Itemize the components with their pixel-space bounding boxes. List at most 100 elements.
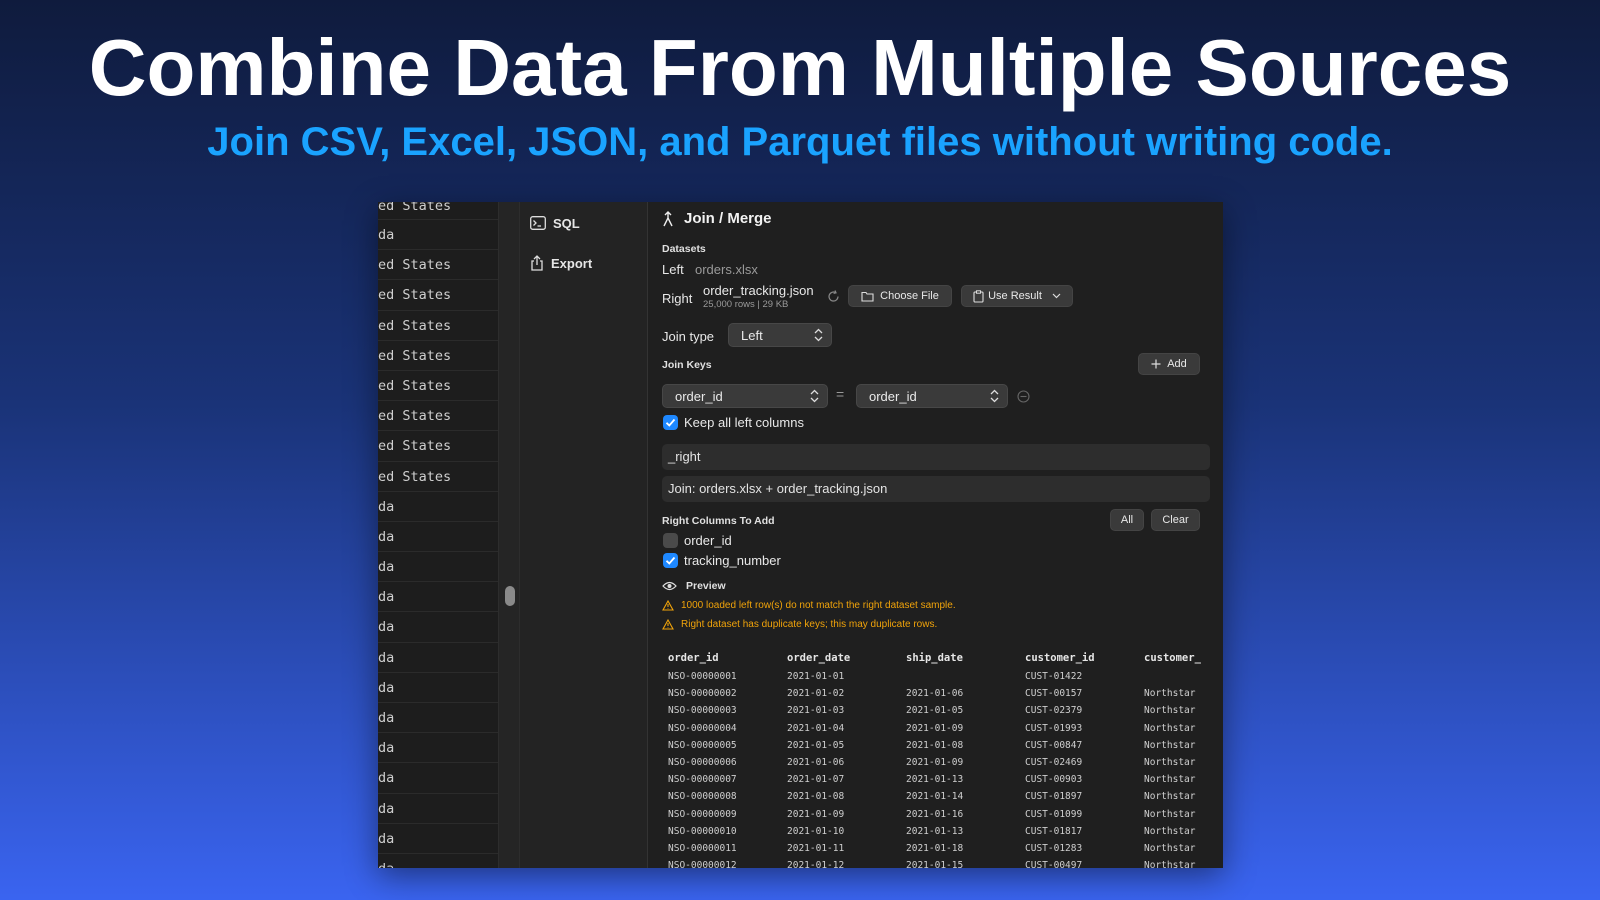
grid-cell[interactable]: ed States (378, 311, 498, 341)
keep-all-left-label: Keep all left columns (684, 415, 804, 430)
grid-cell[interactable]: da (378, 220, 498, 251)
table-cell: 2021-01-02 (787, 688, 845, 700)
table-cell: CUST-00157 (1025, 688, 1083, 700)
choose-file-label: Choose File (880, 290, 939, 302)
column-header[interactable]: customer_id (1025, 648, 1144, 668)
table-cell: Northstar (1144, 757, 1196, 769)
clear-button[interactable]: Clear (1151, 509, 1200, 531)
grid-cell[interactable]: da (378, 703, 498, 734)
grid-cell[interactable]: da (378, 763, 498, 794)
keep-all-left-checkbox[interactable] (663, 415, 678, 430)
table-cell (1144, 668, 1204, 685)
panel-title: Join / Merge (684, 210, 772, 227)
equals-sign: = (836, 386, 845, 402)
grid-cell[interactable]: ed States (378, 462, 498, 492)
warning-text: Right dataset has duplicate keys; this m… (681, 619, 938, 630)
grid-cell[interactable]: da (378, 612, 498, 643)
grid-cell[interactable]: da (378, 552, 498, 583)
table-row[interactable]: NSO-00000012 2021-01-12 2021-01-15 CUST-004… (668, 857, 1204, 868)
refresh-icon[interactable] (827, 290, 840, 303)
use-result-button[interactable]: Use Result (961, 285, 1073, 307)
table-row[interactable]: NSO-00000005 2021-01-05 2021-01-08 CUST-008… (668, 737, 1204, 754)
grid-cell[interactable]: ed States (378, 250, 498, 281)
column-header[interactable]: ship_date (906, 648, 1025, 668)
scrollbar[interactable] (498, 202, 520, 868)
grid-cell[interactable]: da (378, 824, 498, 854)
sidebar-item-label: Export (551, 255, 593, 271)
sidebar-item-sql[interactable]: SQL (530, 212, 580, 234)
table-cell: 2021-01-11 (787, 842, 845, 854)
table-row[interactable]: NSO-00000009 2021-01-09 2021-01-16 CUST-010… (668, 806, 1204, 823)
table-row[interactable]: NSO-00000010 2021-01-10 2021-01-13 CUST-018… (668, 823, 1204, 840)
table-cell: 2021-01-08 (906, 739, 964, 751)
grid-cell[interactable]: ed States (378, 280, 498, 311)
table-cell: NSO-00000003 (668, 705, 737, 717)
warning-icon (662, 619, 674, 630)
tool-sidebar: SQL Export (520, 202, 648, 868)
choose-file-button[interactable]: Choose File (848, 285, 952, 307)
eye-icon (662, 581, 677, 591)
table-cell: 2021-01-06 (906, 688, 964, 700)
table-row[interactable]: NSO-00000006 2021-01-06 2021-01-09 CUST-024… (668, 754, 1204, 771)
grid-cell[interactable]: da (378, 854, 498, 868)
table-cell: 2021-01-13 (906, 825, 964, 837)
right-label: Right (662, 291, 693, 306)
select-all-button[interactable]: All (1110, 509, 1144, 531)
grid-cell[interactable]: da (378, 733, 498, 764)
grid-cell[interactable]: da (378, 673, 498, 703)
table-row[interactable]: NSO-00000011 2021-01-11 2021-01-18 CUST-012… (668, 840, 1204, 857)
left-key-select[interactable]: order_id (662, 384, 828, 408)
grid-cell[interactable]: ed States (378, 202, 498, 220)
preview-table: order_id order_date ship_date customer_id cu… (668, 648, 1204, 868)
right-columns-label: Right Columns To Add (662, 515, 775, 527)
table-row[interactable]: NSO-00000008 2021-01-08 2021-01-14 CUST-018… (668, 788, 1204, 805)
table-row[interactable]: NSO-00000007 2021-01-07 2021-01-13 CUST-009… (668, 771, 1204, 788)
folder-icon (861, 291, 874, 302)
grid-cell[interactable]: da (378, 643, 498, 673)
right-file-meta: 25,000 rows | 29 KB (703, 299, 789, 310)
table-cell: 2021-01-16 (906, 808, 964, 820)
column-checkbox-order-id[interactable] (663, 533, 678, 548)
scrollbar-thumb[interactable] (505, 586, 515, 606)
right-key-select[interactable]: order_id (856, 384, 1008, 408)
grid-cell[interactable]: da (378, 492, 498, 522)
table-cell: 2021-01-13 (906, 774, 964, 786)
grid-cell[interactable]: ed States (378, 341, 498, 371)
result-name-input[interactable]: Join: orders.xlsx + order_tracking.json (662, 476, 1210, 502)
table-cell: CUST-00847 (1025, 739, 1083, 751)
remove-key-icon[interactable] (1017, 390, 1030, 403)
grid-cell[interactable]: da (378, 522, 498, 553)
table-cell: Northstar (1144, 808, 1196, 820)
clipboard-icon (973, 289, 984, 303)
table-cell: 2021-01-09 (787, 808, 845, 820)
grid-cell[interactable]: ed States (378, 401, 498, 432)
table-row[interactable]: NSO-00000001 2021-01-01 CUST-01422 (668, 668, 1204, 685)
table-cell: 2021-01-03 (787, 705, 845, 717)
table-cell: CUST-01817 (1025, 825, 1083, 837)
column-header[interactable]: customer_ (1144, 648, 1204, 668)
table-row[interactable]: NSO-00000003 2021-01-03 2021-01-05 CUST-023… (668, 702, 1204, 719)
grid-cell[interactable]: da (378, 582, 498, 613)
table-cell: Northstar (1144, 791, 1196, 803)
sidebar-item-export[interactable]: Export (530, 252, 592, 274)
column-header[interactable]: order_id (668, 648, 787, 668)
table-cell: 2021-01-06 (787, 757, 845, 769)
column-label: tracking_number (684, 553, 781, 568)
table-cell: Northstar (1144, 825, 1196, 837)
add-key-button[interactable]: Add (1138, 353, 1200, 375)
table-cell: 2021-01-15 (906, 860, 964, 868)
grid-cell[interactable]: da (378, 794, 498, 824)
table-row[interactable]: NSO-00000004 2021-01-04 2021-01-09 CUST-019… (668, 720, 1204, 737)
column-header[interactable]: order_date (787, 648, 906, 668)
table-cell: NSO-00000012 (668, 860, 737, 868)
grid-cell[interactable]: ed States (378, 371, 498, 402)
warning-text: 1000 loaded left row(s) do not match the… (681, 600, 956, 611)
join-type-select[interactable]: Left (728, 323, 832, 347)
table-cell: NSO-00000001 (668, 671, 737, 683)
grid-cell[interactable]: ed States (378, 431, 498, 462)
updown-chevron-icon (810, 389, 819, 403)
table-row[interactable]: NSO-00000002 2021-01-02 2021-01-06 CUST-001… (668, 685, 1204, 702)
warning-duplicates: Right dataset has duplicate keys; this m… (662, 619, 937, 630)
suffix-input[interactable]: _right (662, 444, 1210, 470)
column-checkbox-tracking-number[interactable] (663, 553, 678, 568)
